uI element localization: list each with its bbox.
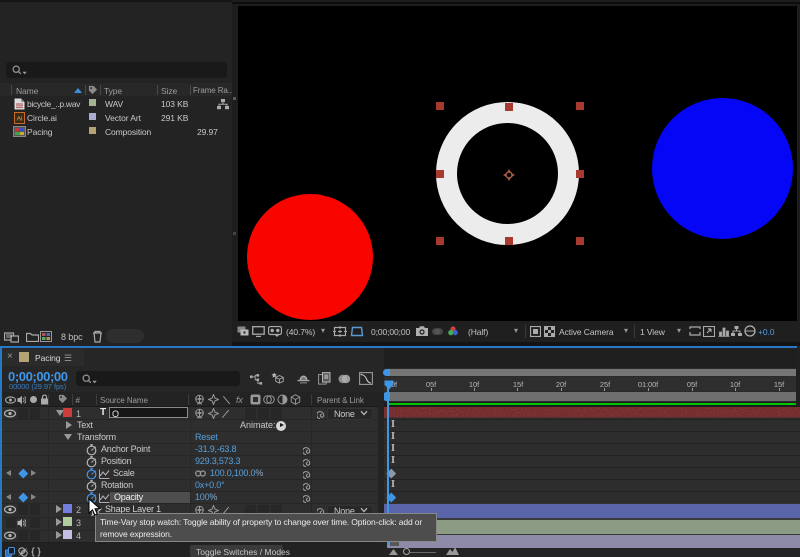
svg-text:Ai: Ai: [17, 116, 23, 123]
